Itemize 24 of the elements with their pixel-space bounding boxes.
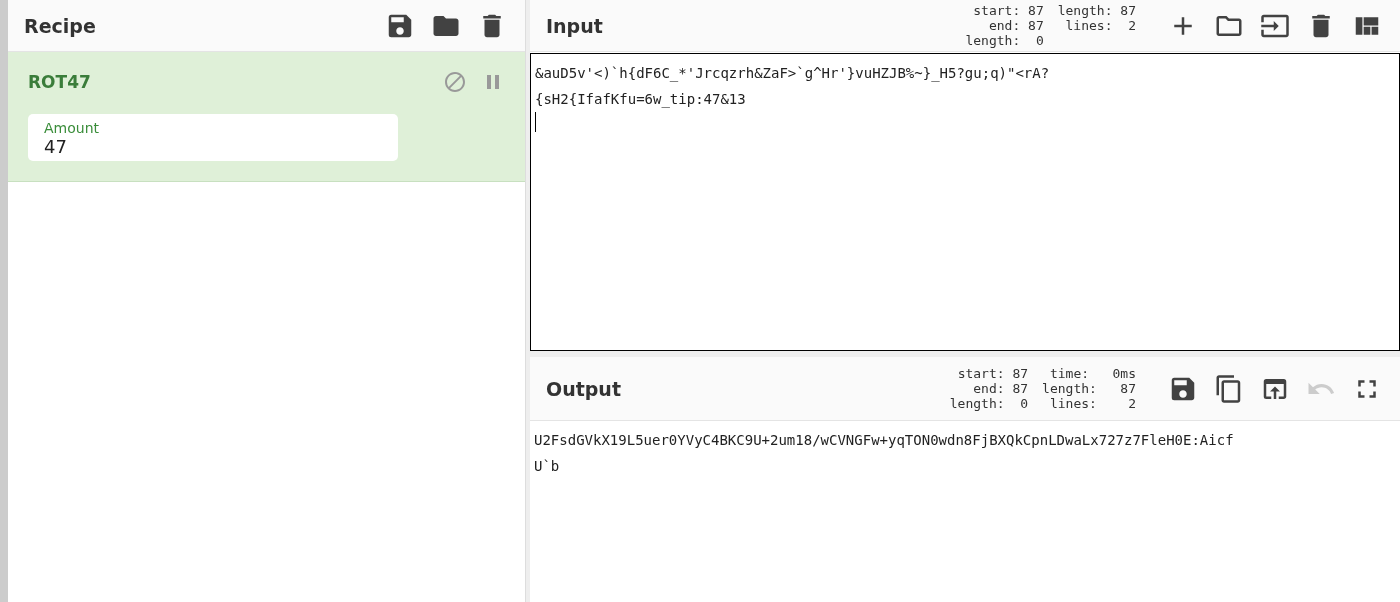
- panel-title: Input: [546, 14, 604, 37]
- operation-name: ROT47: [28, 72, 92, 92]
- stat-text: lines: 2: [1065, 18, 1136, 33]
- output-text: U2FsdGVkX19L5uer0YVyC4BKC9U+2um18/wCVNGFw+yqTON0wdn8FjBXQkCpnLDwaLx727z7FleH0E:Aicf: [534, 431, 1235, 450]
- stat-text: length: 0: [965, 33, 1044, 48]
- stat-text: start: 87: [973, 3, 1044, 18]
- field-value: 47: [44, 136, 68, 157]
- input-text: &auD5v'<)`h{dF6C_*'Jrcqzrh&ZaF>`g^Hr'}vuHZJB%~}_H5?gu;q)"<rA?: [535, 64, 1051, 84]
- field-label: Amount: [44, 120, 100, 136]
- stat-text: lines: 2: [1049, 396, 1136, 411]
- panel-title: Output: [546, 377, 622, 400]
- stat-text: length: 0: [949, 396, 1029, 411]
- panel-title: Recipe: [24, 14, 97, 37]
- input-text: {sH2{IfafKfu=6w_tip:47&13: [535, 90, 747, 110]
- stat-text: length: 87: [1057, 3, 1136, 18]
- text-cursor: [535, 112, 536, 132]
- stat-text: length: 87: [1042, 381, 1136, 396]
- output-text: U`b: [534, 457, 561, 476]
- stat-text: time: 0ms: [1049, 366, 1136, 381]
- amount-field[interactable]: Amount 47: [28, 114, 398, 161]
- stat-text: end: 87: [988, 18, 1044, 33]
- stat-text: start: 87: [957, 366, 1029, 381]
- input-textarea[interactable]: &auD5v'<)`h{dF6C_*'Jrcqzrh&ZaF>`g^Hr'}vuHZJB%~}_H5?gu;q)"<rA? {sH2{IfafKfu=6w_tip:47&13: [530, 53, 1400, 351]
- stat-text: end: 87: [973, 381, 1029, 396]
